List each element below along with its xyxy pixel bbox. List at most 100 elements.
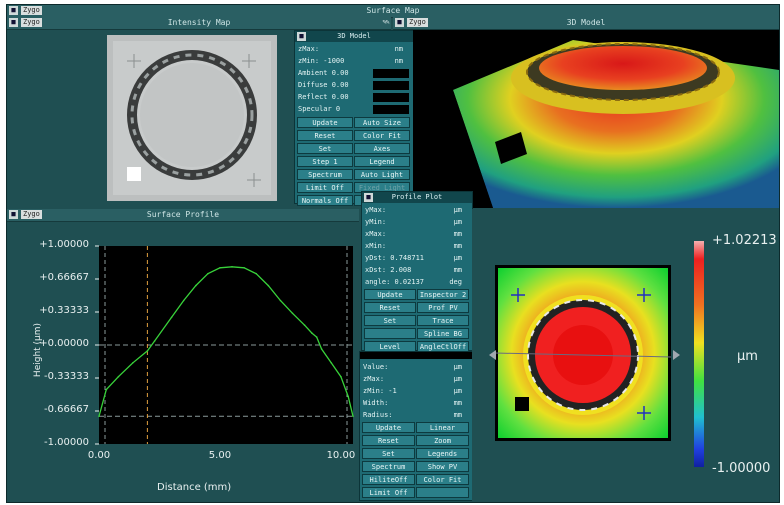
model-control-button[interactable]: Auto Light bbox=[354, 169, 410, 180]
profile-plot-row-unit: mm bbox=[453, 242, 462, 250]
profile-plot-button[interactable] bbox=[364, 328, 416, 339]
profile-plot-row-label: xDst: 2.008 bbox=[365, 266, 412, 274]
model-control-button[interactable]: Limit Off bbox=[297, 182, 353, 193]
profile-plot-button[interactable]: Inspector 2 bbox=[417, 289, 469, 300]
plot-background bbox=[99, 246, 353, 444]
model-control-row[interactable]: zMin: -1000 nm bbox=[297, 56, 411, 67]
profile-plot-button[interactable]: Prof PV bbox=[417, 302, 469, 313]
profile-point bbox=[315, 336, 318, 338]
profile-plot-row-unit: µm bbox=[453, 218, 462, 226]
map-control-button[interactable]: Linear bbox=[416, 422, 469, 433]
left-marker-icon[interactable] bbox=[489, 350, 496, 360]
profile-plot-row[interactable]: yMin: µm bbox=[364, 217, 470, 228]
map-control-row[interactable]: Radius: mm bbox=[362, 410, 470, 421]
profile-point bbox=[279, 299, 282, 302]
model-control-button[interactable]: Axes bbox=[354, 143, 410, 154]
model-control-button[interactable]: Normals Off bbox=[297, 195, 353, 206]
map-control-row-label: Value: bbox=[363, 363, 389, 371]
y-tick-label: +1.00000 bbox=[39, 239, 89, 250]
profile-point bbox=[231, 266, 233, 268]
map-control-button[interactable]: Spectrum bbox=[362, 461, 415, 472]
model-control-button[interactable]: Auto Size bbox=[354, 117, 410, 128]
profile-point bbox=[105, 388, 108, 391]
profile-point bbox=[146, 350, 149, 352]
model-control-row-label: zMax: bbox=[298, 45, 320, 53]
profile-plot-button[interactable]: Update bbox=[364, 289, 416, 300]
panel-menu-icon[interactable]: ■ bbox=[9, 210, 18, 219]
y-tick-label: -0.66667 bbox=[44, 404, 89, 415]
panel-menu-icon[interactable]: ■ bbox=[395, 18, 404, 27]
map-control-row-label: Radius: bbox=[363, 411, 393, 419]
model-control-row[interactable]: Reflect 0.00 bbox=[297, 92, 411, 103]
map-control-button[interactable] bbox=[416, 487, 469, 498]
model-controls-panel: ■ 3D Model zMax: nm zMin: -1000 nm Ambient 0… bbox=[294, 30, 414, 206]
map-control-button[interactable]: Show PV bbox=[416, 461, 469, 472]
map-control-button[interactable]: Set bbox=[362, 448, 415, 459]
profile-point bbox=[255, 272, 257, 275]
profile-plot-row[interactable]: xMin: mm bbox=[364, 241, 470, 252]
panel-menu-icon[interactable]: ■ bbox=[9, 18, 18, 27]
profile-point bbox=[219, 267, 221, 269]
map-control-row[interactable]: Value: µm bbox=[362, 362, 470, 373]
map-control-button[interactable]: Limit Off bbox=[362, 487, 415, 498]
map-control-button[interactable]: Reset bbox=[362, 435, 415, 446]
model-control-button[interactable]: Set bbox=[297, 143, 353, 154]
intensity-map-title: Intensity Map bbox=[167, 18, 231, 27]
x-tick-label: 5.00 bbox=[208, 450, 232, 461]
model-control-row[interactable]: zMax: nm bbox=[297, 44, 411, 55]
model-control-button[interactable]: Spectrum bbox=[297, 169, 353, 180]
panel-menu-icon[interactable]: ■ bbox=[364, 193, 373, 202]
profile-plot-row-label: xMax: bbox=[365, 230, 387, 238]
model-control-row[interactable]: Specular 0 bbox=[297, 104, 411, 115]
right-marker-icon[interactable] bbox=[673, 350, 680, 360]
colorbar-max-label: +1.02213 bbox=[712, 233, 777, 248]
profile-point bbox=[207, 272, 209, 275]
model-3d-view[interactable] bbox=[413, 30, 779, 208]
model-control-button[interactable]: Reset bbox=[297, 130, 353, 141]
profile-plot-row[interactable]: yMax: µm bbox=[364, 205, 470, 216]
profile-plot-button[interactable]: Reset bbox=[364, 302, 416, 313]
profile-plot-row[interactable]: xMax: mm bbox=[364, 229, 470, 240]
profile-point bbox=[98, 415, 100, 418]
profile-plot-button[interactable]: Trace bbox=[417, 315, 469, 326]
surface-map-area: +1.02213 µm -1.00000 bbox=[472, 209, 779, 502]
map-control-row[interactable]: Width: mm bbox=[362, 398, 470, 409]
profile-plot-button[interactable]: Spline BG bbox=[417, 328, 469, 339]
y-tick-label: -1.00000 bbox=[44, 437, 89, 448]
model-control-button[interactable]: Legend bbox=[354, 156, 410, 167]
wrench-icon[interactable]: ✎ bbox=[383, 18, 392, 27]
model-3d-render bbox=[413, 40, 779, 208]
map-control-row-label: Width: bbox=[363, 399, 389, 407]
profile-point bbox=[267, 284, 270, 287]
surface-map-image[interactable] bbox=[494, 265, 672, 441]
model-control-value-field[interactable] bbox=[373, 105, 409, 114]
model-control-button[interactable]: Update bbox=[297, 117, 353, 128]
window-menu-icon[interactable]: ■ bbox=[9, 6, 18, 15]
map-control-button[interactable]: Update bbox=[362, 422, 415, 433]
profile-plot-row[interactable]: angle: 0.02137 deg bbox=[364, 277, 470, 288]
map-control-row[interactable]: zMin: -1 µm bbox=[362, 386, 470, 397]
profile-plot-row[interactable]: xDst: 2.008 mm bbox=[364, 265, 470, 276]
model-control-value-field[interactable] bbox=[373, 69, 409, 78]
profile-plot-button[interactable]: Set bbox=[364, 315, 416, 326]
profile-plot-row-label: yDst: 0.748711 bbox=[365, 254, 425, 262]
map-control-button[interactable]: Color Fit bbox=[416, 474, 469, 485]
model-control-value-field[interactable] bbox=[373, 93, 409, 102]
panel-menu-icon[interactable]: ■ bbox=[297, 32, 306, 41]
model-control-button[interactable]: Step 1 bbox=[297, 156, 353, 167]
map-control-button[interactable]: Zoom bbox=[416, 435, 469, 446]
model-control-row[interactable]: Diffuse 0.00 bbox=[297, 80, 411, 91]
model-control-row-unit: nm bbox=[394, 57, 403, 65]
model-3d-titlebar: ■ Zygo 3D Model ✎ bbox=[385, 17, 779, 30]
model-control-value-field[interactable] bbox=[373, 81, 409, 90]
zygo-logo: Zygo bbox=[407, 18, 428, 27]
model-control-row[interactable]: Ambient 0.00 bbox=[297, 68, 411, 79]
model-control-button[interactable]: Color Fit bbox=[354, 130, 410, 141]
profile-point bbox=[117, 375, 120, 378]
map-control-button[interactable]: HiliteOff bbox=[362, 474, 415, 485]
map-control-row[interactable]: zMax: µm bbox=[362, 374, 470, 385]
map-controls-header bbox=[360, 352, 472, 359]
profile-plot-row[interactable]: yDst: 0.748711 µm bbox=[364, 253, 470, 264]
intensity-map-titlebar: ■ Zygo Intensity Map ✎ bbox=[7, 17, 391, 30]
map-control-button[interactable]: Legends bbox=[416, 448, 469, 459]
